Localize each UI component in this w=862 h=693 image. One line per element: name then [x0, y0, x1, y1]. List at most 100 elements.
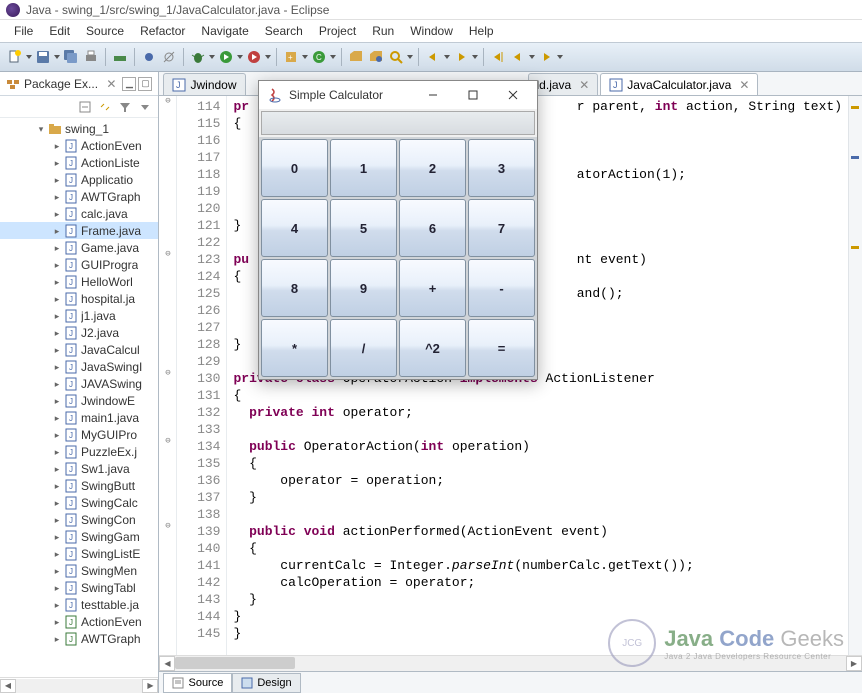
menu-project[interactable]: Project	[311, 21, 364, 41]
close-tab-icon[interactable]: ✕	[579, 78, 589, 92]
calc-button-3[interactable]: 3	[468, 139, 535, 197]
dropdown-icon[interactable]	[529, 49, 535, 65]
design-tab[interactable]: Design	[232, 673, 300, 693]
calc-button-9[interactable]: 9	[330, 259, 397, 317]
skip-breakpoints-icon[interactable]	[160, 48, 178, 66]
editor-tab[interactable]: ld.java ✕	[528, 73, 599, 95]
back-icon[interactable]	[509, 48, 527, 66]
menu-navigate[interactable]: Navigate	[193, 21, 256, 41]
close-tab-icon[interactable]: ✕	[739, 78, 749, 92]
minimize-view-icon[interactable]: ▁	[122, 77, 136, 91]
tree-file[interactable]: ▸JPuzzleEx.j	[0, 443, 158, 460]
menu-window[interactable]: Window	[402, 21, 461, 41]
new-package-icon[interactable]: +	[282, 48, 300, 66]
new-icon[interactable]	[6, 48, 24, 66]
open-task-icon[interactable]	[367, 48, 385, 66]
calc-button-op2[interactable]: ^2	[399, 319, 466, 377]
menu-run[interactable]: Run	[364, 21, 402, 41]
tree-file[interactable]: ▸JGame.java	[0, 239, 158, 256]
tree-file[interactable]: ▸Jj1.java	[0, 307, 158, 324]
tree-file[interactable]: ▸JApplicatio	[0, 171, 158, 188]
tree-project[interactable]: ▾swing_1	[0, 120, 158, 137]
calculator-window[interactable]: Simple Calculator 0123456789+-*/^2=	[258, 80, 538, 380]
editor-tab[interactable]: J Jwindow	[163, 73, 245, 95]
tree-file[interactable]: ▸JJavaCalcul	[0, 341, 158, 358]
calc-button-op[interactable]: +	[399, 259, 466, 317]
project-tree[interactable]: ▾swing_1▸JActionEven▸JActionListe▸JAppli…	[0, 118, 158, 677]
folding-ruler[interactable]: ⊖⊖⊖⊖⊖	[159, 96, 177, 655]
dropdown-icon[interactable]	[407, 49, 413, 65]
dropdown-icon[interactable]	[237, 49, 243, 65]
maximize-view-icon[interactable]: ▢	[138, 77, 152, 91]
calc-button-op[interactable]: *	[261, 319, 328, 377]
menu-refactor[interactable]: Refactor	[132, 21, 193, 41]
tree-file[interactable]: ▸JAWTGraph	[0, 188, 158, 205]
annotation-prev-icon[interactable]	[424, 48, 442, 66]
menu-edit[interactable]: Edit	[41, 21, 78, 41]
dropdown-icon[interactable]	[265, 49, 271, 65]
calc-button-5[interactable]: 5	[330, 199, 397, 257]
tree-file[interactable]: ▸JSwingCon	[0, 511, 158, 528]
calc-button-2[interactable]: 2	[399, 139, 466, 197]
calculator-titlebar[interactable]: Simple Calculator	[259, 81, 537, 109]
dropdown-icon[interactable]	[209, 49, 215, 65]
close-view-icon[interactable]: ✕	[106, 77, 116, 91]
tree-horizontal-scrollbar[interactable]: ◀ ▶	[0, 677, 158, 693]
calc-button-7[interactable]: 7	[468, 199, 535, 257]
dropdown-icon[interactable]	[54, 49, 60, 65]
scrollbar-thumb[interactable]	[175, 657, 295, 669]
save-icon[interactable]	[34, 48, 52, 66]
tree-file[interactable]: ▸JJwindowE	[0, 392, 158, 409]
last-edit-icon[interactable]	[489, 48, 507, 66]
tree-file[interactable]: ▸JAWTGraph	[0, 630, 158, 647]
menu-search[interactable]: Search	[257, 21, 311, 41]
tree-file[interactable]: ▸JSwingButt	[0, 477, 158, 494]
calc-button-8[interactable]: 8	[261, 259, 328, 317]
source-tab[interactable]: Source	[163, 673, 232, 693]
dropdown-icon[interactable]	[302, 49, 308, 65]
save-all-icon[interactable]	[62, 48, 80, 66]
new-class-icon[interactable]: C	[310, 48, 328, 66]
close-icon[interactable]	[493, 81, 533, 109]
link-editor-icon[interactable]	[98, 100, 112, 114]
tree-file[interactable]: ▸JJ2.java	[0, 324, 158, 341]
tree-file[interactable]: ▸JActionEven	[0, 137, 158, 154]
tree-file[interactable]: ▸JSwingListE	[0, 545, 158, 562]
dropdown-icon[interactable]	[444, 49, 450, 65]
tree-file[interactable]: ▸JSwingGam	[0, 528, 158, 545]
tree-file[interactable]: ▸JMyGUIPro	[0, 426, 158, 443]
tree-file[interactable]: ▸Jmain1.java	[0, 409, 158, 426]
collapse-all-icon[interactable]	[78, 100, 92, 114]
tree-file[interactable]: ▸JActionListe	[0, 154, 158, 171]
minimize-icon[interactable]	[413, 81, 453, 109]
overview-ruler[interactable]	[848, 96, 862, 655]
tree-file[interactable]: ▸JGUIProgra	[0, 256, 158, 273]
dropdown-icon[interactable]	[557, 49, 563, 65]
view-menu-icon[interactable]	[138, 100, 152, 114]
tree-file[interactable]: ▸JSwingTabl	[0, 579, 158, 596]
tree-file[interactable]: ▸JJavaSwingI	[0, 358, 158, 375]
calc-button-op[interactable]: /	[330, 319, 397, 377]
debug-icon[interactable]	[189, 48, 207, 66]
tree-file[interactable]: ▸JSwingMen	[0, 562, 158, 579]
forward-icon[interactable]	[537, 48, 555, 66]
tree-file[interactable]: ▸Jhospital.ja	[0, 290, 158, 307]
calc-button-6[interactable]: 6	[399, 199, 466, 257]
menu-help[interactable]: Help	[461, 21, 502, 41]
tree-file[interactable]: ▸JHelloWorl	[0, 273, 158, 290]
scroll-right-icon[interactable]: ▶	[142, 679, 158, 693]
scroll-left-icon[interactable]: ◀	[0, 679, 16, 693]
run-icon[interactable]	[217, 48, 235, 66]
editor-horizontal-scrollbar[interactable]: ◀ ▶	[159, 655, 862, 671]
dropdown-icon[interactable]	[472, 49, 478, 65]
calc-button-0[interactable]: 0	[261, 139, 328, 197]
menu-source[interactable]: Source	[78, 21, 132, 41]
calc-button-4[interactable]: 4	[261, 199, 328, 257]
maximize-icon[interactable]	[453, 81, 493, 109]
open-type-icon[interactable]	[347, 48, 365, 66]
tree-file[interactable]: ▸Jcalc.java	[0, 205, 158, 222]
tree-file[interactable]: ▸JFrame.java	[0, 222, 158, 239]
dropdown-icon[interactable]	[26, 49, 32, 65]
tree-file[interactable]: ▸JActionEven	[0, 613, 158, 630]
tree-file[interactable]: ▸Jtesttable.ja	[0, 596, 158, 613]
